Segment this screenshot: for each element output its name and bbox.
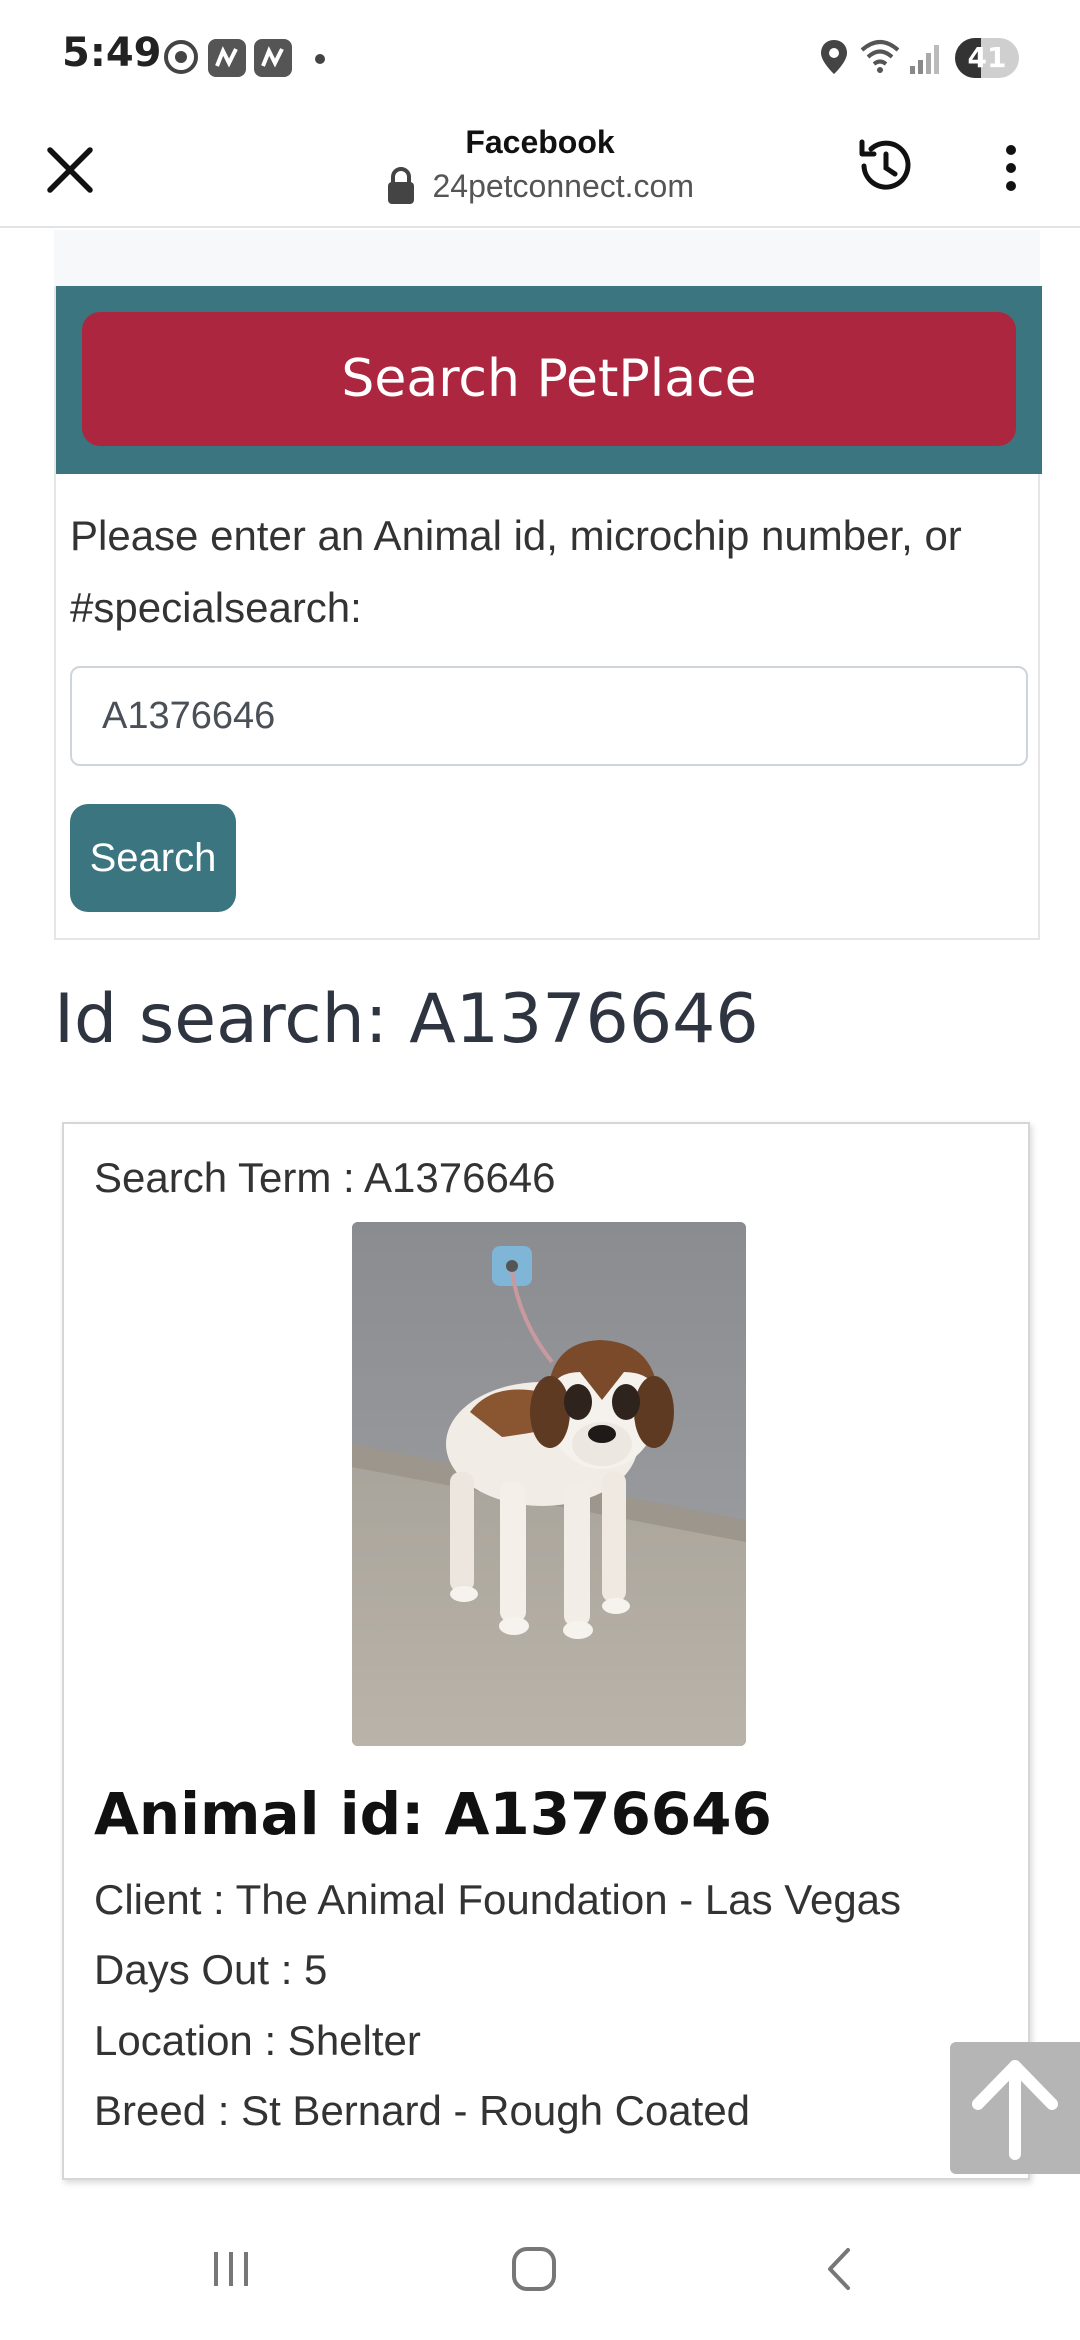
recent-apps-icon[interactable]	[206, 2244, 256, 2294]
detail-breed: Breed : St Bernard - Rough Coated	[94, 2087, 751, 2134]
petplace-banner: Search PetPlace	[56, 286, 1042, 474]
arrow-up-icon	[972, 2060, 1058, 2160]
notification-app-icon-2	[254, 39, 292, 77]
location-icon	[821, 40, 847, 74]
home-icon[interactable]	[508, 2244, 564, 2294]
signal-icon	[910, 45, 939, 74]
search-prompt: Please enter an Animal id, microchip num…	[70, 512, 962, 631]
animal-photo[interactable]	[352, 1222, 746, 1746]
more-options-icon[interactable]	[996, 138, 1026, 198]
status-time: 5:49	[62, 30, 162, 76]
close-icon[interactable]	[40, 140, 100, 200]
notification-app-icon	[208, 39, 246, 77]
system-nav-bar	[0, 2200, 1080, 2340]
url-text: 24petconnect.com	[432, 167, 694, 204]
search-petplace-button[interactable]: Search PetPlace	[82, 312, 1016, 446]
battery-indicator: 41	[955, 38, 1019, 78]
detail-days-out: Days Out : 5	[94, 1946, 328, 1993]
result-card[interactable]: Search Term : A1376646 Animal id: A13766…	[62, 1122, 1030, 2180]
animal-id-heading: Animal id: A1376646	[94, 1780, 772, 1848]
history-icon[interactable]	[850, 130, 922, 202]
search-button[interactable]: Search	[70, 804, 236, 912]
detail-location: Location : Shelter	[94, 2017, 421, 2064]
lock-icon	[388, 167, 415, 204]
id-search-heading: Id search: A1376646	[54, 980, 759, 1059]
more-notifications-dot	[315, 54, 325, 64]
detail-client: Client : The Animal Foundation - Las Veg…	[94, 1876, 902, 1923]
search-term: Search Term : A1376646	[94, 1154, 556, 1201]
page-top-strip	[54, 230, 1040, 286]
battery-level: 41	[967, 41, 1007, 74]
back-icon[interactable]	[818, 2244, 858, 2294]
status-bar: 5:49 41	[0, 0, 1080, 120]
animal-id-input[interactable]: A1376646	[70, 666, 1028, 766]
search-card: Search PetPlace Please enter an Animal i…	[54, 286, 1042, 940]
browser-title: Facebook	[465, 124, 615, 160]
wifi-icon	[860, 40, 900, 73]
chrome-icon	[164, 40, 198, 74]
url-bar[interactable]: 24petconnect.com	[340, 166, 740, 210]
browser-toolbar: Facebook 24petconnect.com	[0, 120, 1080, 228]
scroll-to-top-button[interactable]	[950, 2042, 1080, 2174]
